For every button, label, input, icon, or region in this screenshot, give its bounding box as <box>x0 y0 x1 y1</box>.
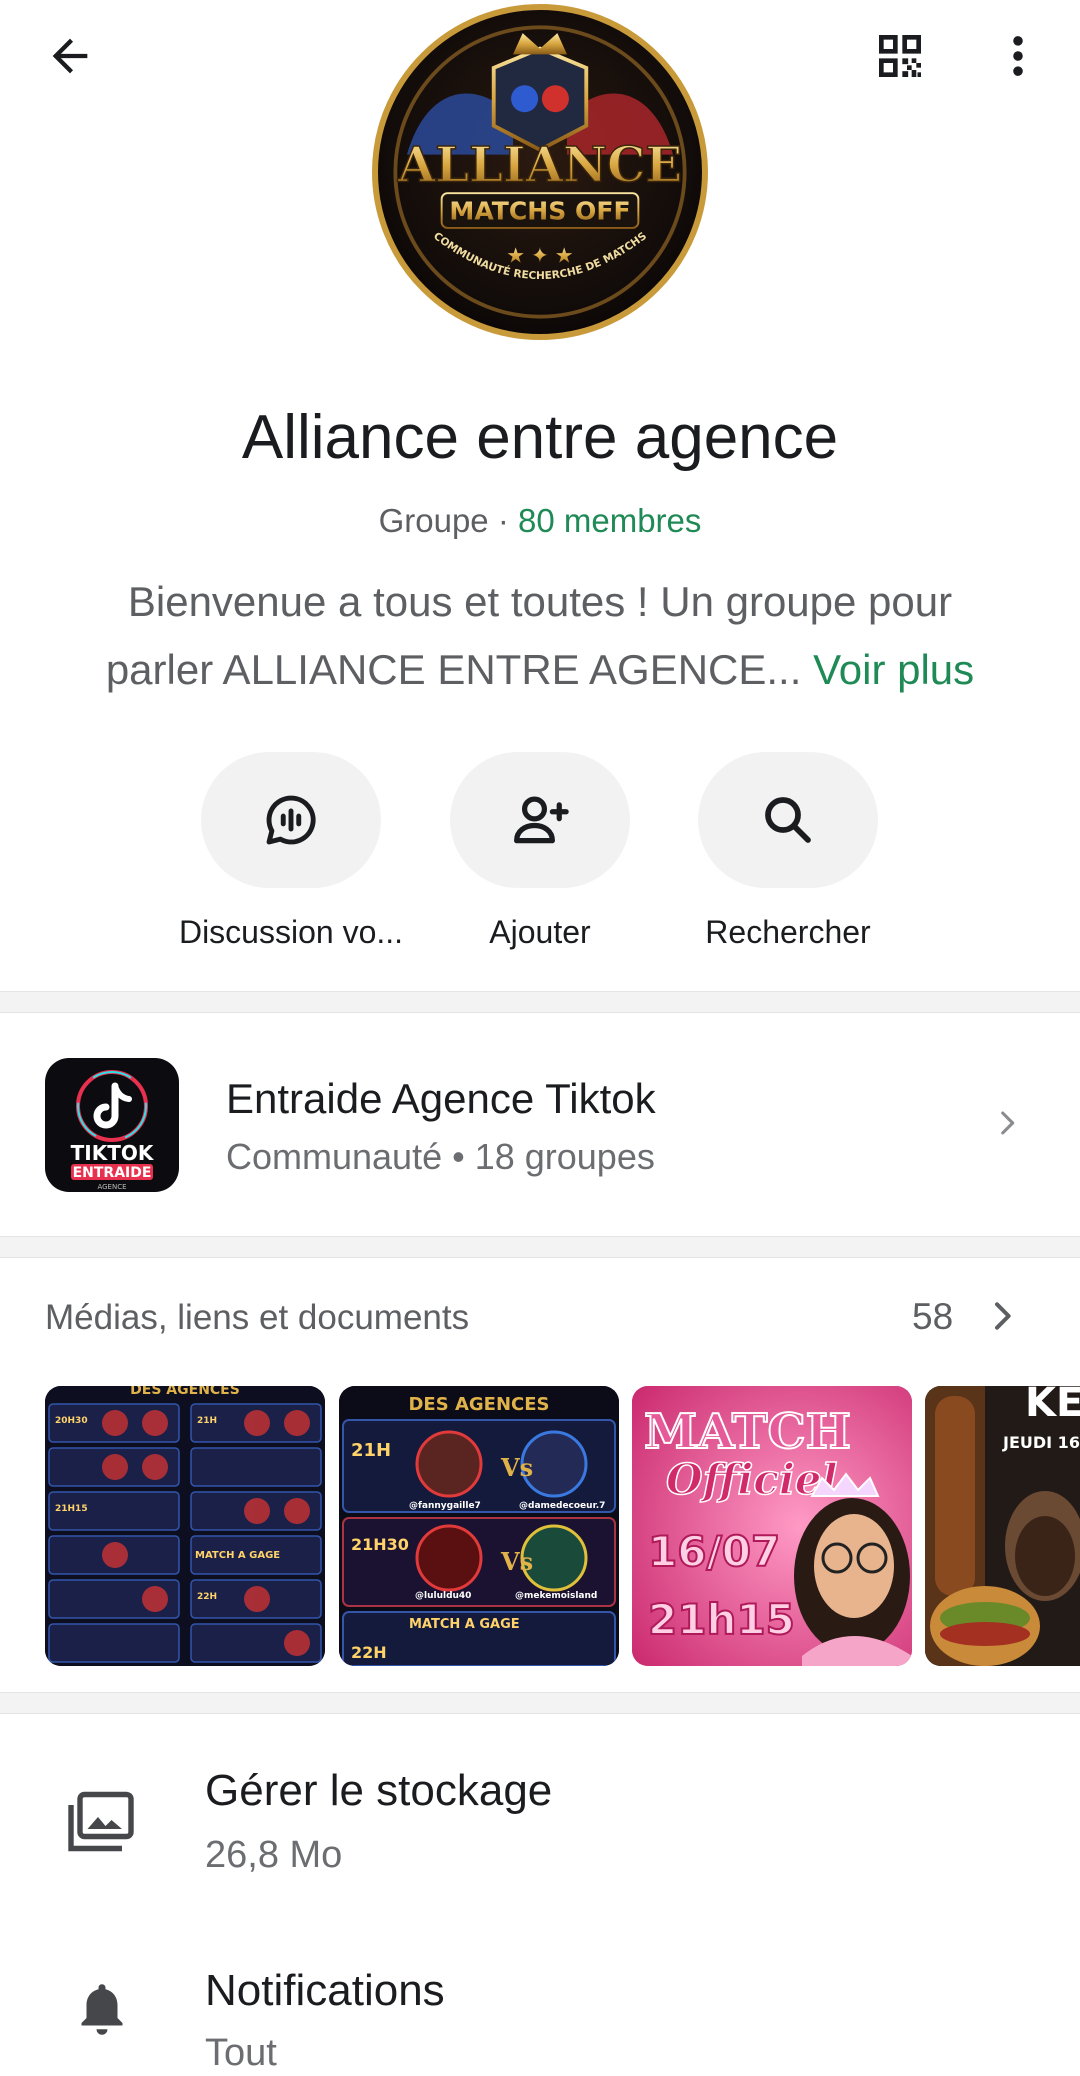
section-divider <box>0 1236 1080 1258</box>
voice-chat-button[interactable] <box>201 752 381 888</box>
logo-title-text: ALLIANCE <box>397 138 682 194</box>
kebab-promo-image: KEB JEUDI 16 <box>925 1386 1080 1666</box>
meta-separator: · <box>488 502 518 539</box>
group-meta: Groupe · 80 membres <box>0 502 1080 540</box>
back-button[interactable] <box>30 16 110 96</box>
qr-code-icon <box>879 35 921 77</box>
svg-text:Vs: Vs <box>500 1453 533 1482</box>
community-title: Entraide Agence Tiktok <box>226 1075 656 1122</box>
voice-chat-icon <box>266 795 316 845</box>
svg-text:21H30: 21H30 <box>351 1535 409 1554</box>
svg-text:AGENCE: AGENCE <box>97 1183 126 1191</box>
search-button[interactable] <box>698 752 878 888</box>
members-link[interactable]: 80 membres <box>518 502 701 539</box>
svg-text:JEUDI 16: JEUDI 16 <box>1002 1433 1080 1452</box>
alliance-logo-image: ALLIANCE MATCHS OFF COMMUNAUTÉ RECHERCHE… <box>393 25 687 319</box>
svg-text:21H: 21H <box>351 1440 391 1461</box>
svg-text:DES AGENCES: DES AGENCES <box>408 1394 549 1415</box>
svg-text:21H: 21H <box>197 1416 217 1426</box>
svg-text:@damedecoeur.7: @damedecoeur.7 <box>519 1501 605 1511</box>
voice-chat-label: Discussion vo... <box>178 914 404 950</box>
svg-text:MATCH A GAGE: MATCH A GAGE <box>195 1550 280 1561</box>
svg-text:22H: 22H <box>351 1643 387 1662</box>
more-vertical-icon <box>1013 36 1023 76</box>
photo-library-icon <box>68 1791 134 1852</box>
manage-storage-title: Gérer le stockage <box>205 1766 553 1815</box>
section-divider <box>0 991 1080 1013</box>
group-type: Groupe <box>378 502 489 539</box>
media-thumbnail[interactable]: DES AGENCES 21H @fannygaille7 @damedecoe… <box>339 1386 619 1666</box>
svg-text:@mekemoisland: @mekemoisland <box>515 1591 597 1601</box>
group-name: Alliance entre agence <box>241 403 839 472</box>
svg-text:16/07: 16/07 <box>648 1527 780 1576</box>
notifications-value: Tout <box>205 2032 277 2074</box>
group-description: Bienvenue a tous et toutes ! Un groupe p… <box>70 568 1010 704</box>
more-options-button[interactable] <box>978 16 1058 96</box>
logo-subtitle-text: MATCHS OFF <box>449 196 630 225</box>
qr-code-button[interactable] <box>860 16 940 96</box>
svg-text:20H30: 20H30 <box>55 1416 88 1426</box>
chevron-right-icon[interactable] <box>982 1296 1022 1336</box>
search-label: Rechercher <box>705 914 871 950</box>
tiktok-logo-icon: TIKTOK ENTRAIDE AGENCE <box>71 1070 155 1191</box>
media-count[interactable]: 58 <box>912 1296 953 1338</box>
see-more-link[interactable]: Voir plus <box>813 646 974 693</box>
arrow-left-icon <box>52 38 88 74</box>
svg-text:KEB: KEB <box>1025 1386 1080 1426</box>
media-section-title[interactable]: Médias, liens et documents <box>45 1298 469 1338</box>
notifications-row[interactable] <box>0 1920 1080 2076</box>
media-thumbnail[interactable]: DES AGENCES 20H30 21H 21H15 MATCH A GAGE… <box>45 1386 325 1666</box>
match-officiel-image: MATCH Officiel 16/07 21h15 <box>632 1386 912 1666</box>
svg-text:DES AGENCES: DES AGENCES <box>130 1386 240 1398</box>
search-icon <box>765 797 811 843</box>
notifications-title: Notifications <box>205 1966 445 2015</box>
community-subtitle: Communauté • 18 groupes <box>226 1136 655 1177</box>
svg-text:TIKTOK: TIKTOK <box>71 1141 155 1165</box>
add-person-icon <box>514 796 569 844</box>
community-avatar: TIKTOK ENTRAIDE AGENCE <box>45 1058 179 1192</box>
media-thumbnail[interactable]: KEB JEUDI 16 <box>925 1386 1080 1666</box>
add-member-label: Ajouter <box>489 914 591 950</box>
match-schedule-image: DES AGENCES 20H30 21H 21H15 MATCH A GAGE… <box>45 1386 325 1666</box>
svg-text:22H: 22H <box>197 1592 217 1602</box>
svg-text:21h15: 21h15 <box>648 1595 795 1644</box>
svg-text:ENTRAIDE: ENTRAIDE <box>73 1165 152 1181</box>
svg-text:21H15: 21H15 <box>55 1504 88 1514</box>
chevron-right-icon <box>1001 1111 1015 1135</box>
svg-text:@lululdu40: @lululdu40 <box>415 1591 471 1601</box>
section-divider <box>0 1692 1080 1714</box>
bell-icon <box>81 1984 123 2035</box>
svg-text:MATCH: MATCH <box>644 1404 851 1460</box>
match-schedule-image: DES AGENCES 21H @fannygaille7 @damedecoe… <box>339 1386 619 1666</box>
storage-size: 26,8 Mo <box>205 1834 343 1876</box>
svg-text:Vs: Vs <box>500 1547 533 1576</box>
svg-text:★ ✦ ★: ★ ✦ ★ <box>506 245 574 268</box>
group-avatar[interactable]: ALLIANCE MATCHS OFF COMMUNAUTÉ RECHERCHE… <box>372 4 708 340</box>
media-thumbnail[interactable]: MATCH Officiel 16/07 21h15 <box>632 1386 912 1666</box>
svg-text:MATCH A GAGE: MATCH A GAGE <box>409 1617 520 1632</box>
add-member-button[interactable] <box>450 752 630 888</box>
svg-text:@fannygaille7: @fannygaille7 <box>409 1501 481 1511</box>
